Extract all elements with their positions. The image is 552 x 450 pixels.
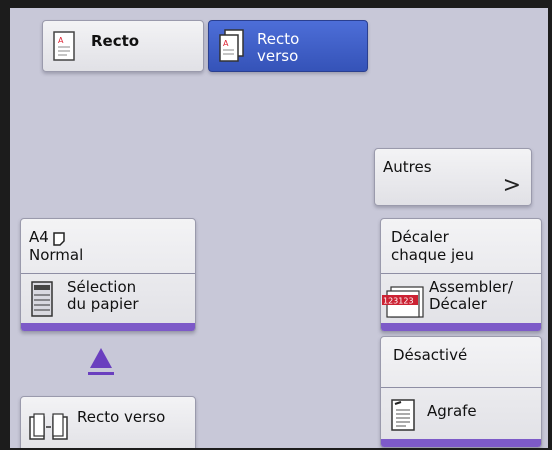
chevron-right-icon: > bbox=[502, 173, 521, 198]
divider bbox=[21, 273, 195, 274]
up-arrow-base bbox=[88, 372, 114, 375]
staple-action: Agrafe bbox=[427, 402, 477, 420]
paper-action-line1: Sélection bbox=[67, 278, 137, 296]
others-button[interactable]: Autres > bbox=[374, 148, 532, 206]
up-arrow-icon bbox=[90, 348, 112, 368]
divider bbox=[381, 387, 541, 388]
collate-offset-icon: 123123 bbox=[381, 285, 427, 323]
collate-icon-text: 123123 bbox=[383, 297, 414, 306]
button-accent-bar bbox=[381, 323, 541, 331]
offset-action-line1: Assembler/ bbox=[429, 278, 513, 296]
double-page-icon: A bbox=[219, 29, 245, 67]
duplex-label: Recto verso bbox=[77, 408, 166, 426]
paper-selection-button[interactable]: A4 Normal Sélection du papier bbox=[20, 218, 196, 332]
paper-tray-icon bbox=[31, 281, 53, 321]
button-accent-bar bbox=[21, 323, 195, 331]
staple-value: Désactivé bbox=[393, 346, 468, 364]
duplex-copy-icon bbox=[29, 413, 69, 445]
offset-action-line2: Décaler bbox=[429, 295, 487, 313]
single-page-icon: A bbox=[53, 31, 75, 65]
recto-label: Recto bbox=[91, 32, 140, 50]
others-label: Autres bbox=[383, 158, 432, 176]
recto-verso-label-line1: Recto bbox=[257, 30, 300, 48]
collate-offset-button[interactable]: Décaler chaque jeu 123123 Assembler/ Déc… bbox=[380, 218, 542, 332]
svg-text:A: A bbox=[58, 36, 64, 45]
svg-text:A: A bbox=[223, 39, 229, 48]
staple-document-icon bbox=[391, 399, 415, 435]
paper-type-value: Normal bbox=[29, 246, 84, 264]
offset-value-line1: Décaler bbox=[391, 228, 449, 246]
offset-value-line2: chaque jeu bbox=[391, 246, 474, 264]
recto-verso-button[interactable]: A Recto verso bbox=[208, 20, 368, 72]
recto-verso-label-line2: verso bbox=[257, 47, 299, 65]
duplex-button[interactable]: Recto verso bbox=[20, 396, 196, 448]
divider bbox=[381, 273, 541, 274]
staple-button[interactable]: Désactivé Agrafe bbox=[380, 336, 542, 448]
recto-button[interactable]: A Recto bbox=[42, 20, 204, 72]
paper-size-value: A4 bbox=[29, 228, 49, 246]
paper-action-line2: du papier bbox=[67, 295, 139, 313]
copy-settings-screen: A Recto A Recto verso Autres > A4 Normal… bbox=[10, 8, 548, 448]
button-accent-bar bbox=[381, 439, 541, 447]
